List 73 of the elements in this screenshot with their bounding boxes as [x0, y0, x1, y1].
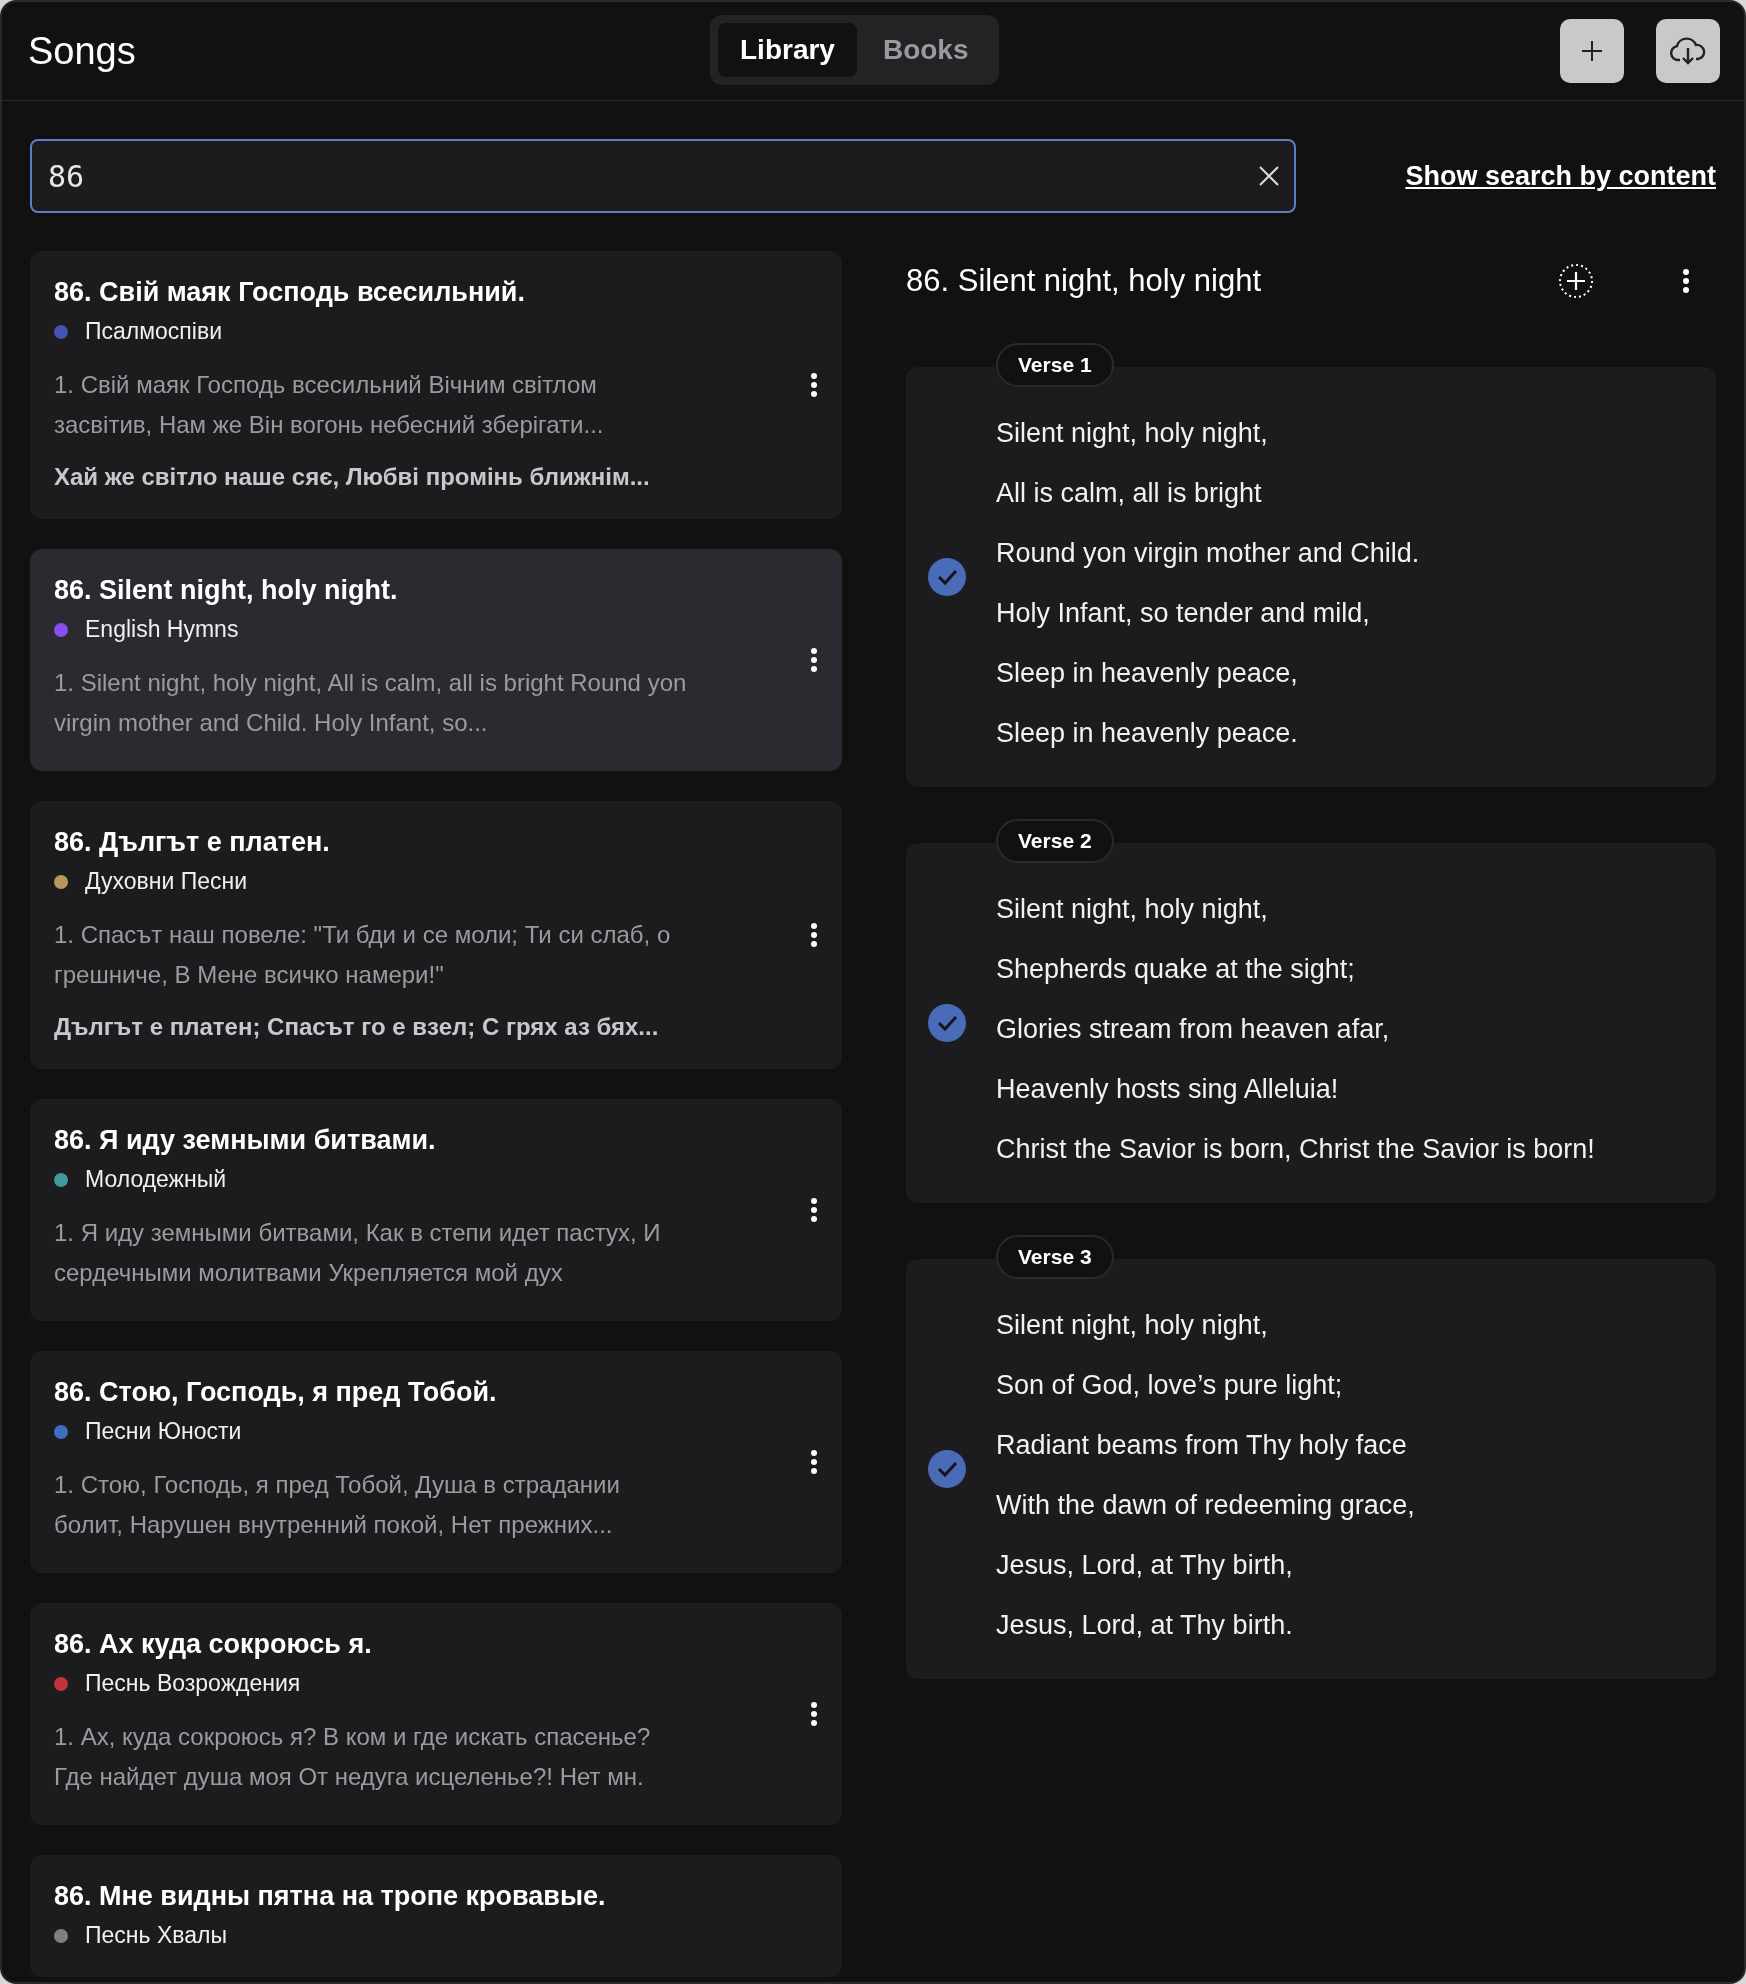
- song-card[interactable]: 86. Silent night, holy night. English Hymns 1. Silent night, holy night, All is calm, all is bright Round yon virgin mother and Child. Holy Infant, so...: [30, 549, 842, 771]
- add-to-list-button[interactable]: [1558, 263, 1594, 299]
- verse-label: Verse 2: [996, 819, 1114, 863]
- book-name: Молодежный: [85, 1166, 227, 1193]
- tab[interactable]: Library: [718, 23, 857, 77]
- song-preview: 1. Стою, Господь, я пред Тобой, Душа в страдании болит, Нарушен внутренний покой, Нет прежних...: [54, 1470, 621, 1540]
- more-icon: [810, 1701, 818, 1727]
- lyric-line: Christ the Savior is born, Christ the Savior is born!: [996, 1133, 1596, 1166]
- song-preview: 1. Я иду земными битвами, Как в степи идет пастух, И сердечными молитвами Укрепляется мой дух: [54, 1218, 662, 1288]
- lyric-line: Sleep in heavenly peace,: [996, 657, 1299, 690]
- song-title: 86. Ах куда сокроюсь я.: [54, 1629, 373, 1660]
- lyric-line: Glories stream from heaven afar,: [996, 1013, 1391, 1046]
- more-button[interactable]: [1682, 268, 1690, 294]
- song-card[interactable]: 86. Мне видны пятна на тропе кровавые. Песнь Хвалы: [30, 1855, 842, 1977]
- book-name: English Hymns: [85, 616, 239, 643]
- lyric-line: All is calm, all is bright: [996, 477, 1263, 510]
- check-icon[interactable]: [928, 1004, 966, 1042]
- song-card[interactable]: 86. Я иду земными битвами. Молодежный 1. Я иду земными битвами, Как в степи идет пастух, И сердечными молитвами Укрепляется мой дух: [30, 1099, 842, 1321]
- more-icon: [810, 647, 818, 673]
- search-by-content-link[interactable]: Show search by content: [1405, 160, 1716, 192]
- book-name: Духовни Песни: [85, 868, 248, 895]
- add-button[interactable]: [1560, 19, 1624, 83]
- app-title: Songs: [28, 29, 136, 73]
- song-preview: 1. Silent night, holy night, All is calm, all is bright Round yon virgin mother and Child. Holy Infant, so...: [54, 668, 688, 738]
- plus-icon: [1580, 39, 1604, 63]
- song-title: 86. Я иду земными битвами.: [54, 1125, 437, 1156]
- lyric-line: Jesus, Lord, at Thy birth.: [996, 1609, 1294, 1642]
- close-icon[interactable]: [1258, 165, 1280, 187]
- song-card[interactable]: 86. Стою, Господь, я пред Тобой. Песни Юности 1. Стою, Господь, я пред Тобой, Душа в страдании болит, Нарушен внутренний покой, Нет прежних...: [30, 1351, 842, 1573]
- book-name: Песнь Хвалы: [85, 1922, 227, 1949]
- more-icon: [810, 1197, 818, 1223]
- chorus-preview: Дългът е платен; Спасът го е взел; С грях аз бях...: [54, 1013, 660, 1041]
- search-field[interactable]: 86: [30, 139, 1296, 213]
- chorus-preview: Хай же світло наше сяє, Любві промінь ближнім...: [54, 463, 651, 491]
- song-title: 86. Свій маяк Господь всесильний.: [54, 277, 526, 308]
- tab[interactable]: Books: [860, 23, 991, 77]
- song-card[interactable]: 86. Дългът е платен. Духовни Песни 1. Спасът наш повеле: "Ти бди и се моли; Ти си слаб, о грешниче, В Мене всичко намери!" Дългът е платен; Спасът го е взел; С грях аз бях...: [30, 801, 842, 1069]
- check-icon[interactable]: [928, 1450, 966, 1488]
- book-name: Псалмоспіви: [85, 318, 222, 345]
- song-preview: 1. Свій маяк Господь всесильний Вічним світлом засвітив, Нам же Він вогонь небесний зберігати...: [54, 370, 605, 440]
- song-title: 86. Мне видны пятна на тропе кровавые.: [54, 1881, 607, 1912]
- song-detail-title: 86. Silent night, holy night: [906, 263, 1263, 299]
- song-title: 86. Стою, Господь, я пред Тобой.: [54, 1377, 498, 1408]
- song-title: 86. Silent night, holy night.: [54, 575, 399, 606]
- lyric-line: Holy Infant, so tender and mild,: [996, 597, 1371, 630]
- verse-label: Verse 1: [996, 343, 1114, 387]
- verse-label: Verse 3: [996, 1235, 1114, 1279]
- song-title: 86. Дългът е платен.: [54, 827, 331, 858]
- book-name: Песни Юности: [85, 1418, 242, 1445]
- cloud-download-icon: [1670, 36, 1706, 66]
- more-icon: [810, 922, 818, 948]
- plus-circle-icon: [1558, 263, 1594, 299]
- lyric-line: Shepherds quake at the sight;: [996, 953, 1356, 986]
- download-button[interactable]: [1656, 19, 1720, 83]
- more-icon: [810, 1449, 818, 1475]
- song-card[interactable]: 86. Ах куда сокроюсь я. Песнь Возрождения 1. Ах, куда сокроюсь я? В ком и где искать спасенье? Где найдет душа моя От недуга исцеленье?! Нет мн.: [30, 1603, 842, 1825]
- more-icon: [810, 372, 818, 398]
- check-icon[interactable]: [928, 558, 966, 596]
- song-preview: 1. Ах, куда сокроюсь я? В ком и где искать спасенье? Где найдет душа моя От недуга исцеленье?! Нет мн.: [54, 1722, 652, 1792]
- song-preview: 1. Спасът наш повеле: "Ти бди и се моли; Ти си слаб, о грешниче, В Мене всичко намери!": [54, 920, 672, 990]
- lyric-line: Jesus, Lord, at Thy birth,: [996, 1549, 1294, 1582]
- lyric-line: Round yon virgin mother and Child.: [996, 537, 1421, 570]
- lyric-line: Silent night, holy night,: [996, 1309, 1269, 1342]
- song-card[interactable]: 86. Свій маяк Господь всесильний. Псалмоспіви 1. Свій маяк Господь всесильний Вічним світлом засвітив, Нам же Він вогонь небесний зберігати... Хай же світло наше сяє, Любві промінь ближнім...: [30, 251, 842, 519]
- lyric-line: Sleep in heavenly peace.: [996, 717, 1299, 750]
- more-icon: [1682, 268, 1690, 294]
- book-name: Песнь Возрождения: [85, 1670, 301, 1697]
- lyric-line: Heavenly hosts sing Alleluia!: [996, 1073, 1340, 1106]
- lyric-line: Silent night, holy night,: [996, 893, 1269, 926]
- lyric-line: Silent night, holy night,: [996, 417, 1269, 450]
- lyric-line: With the dawn of redeeming grace,: [996, 1489, 1416, 1522]
- lyric-line: Radiant beams from Thy holy face: [996, 1429, 1408, 1462]
- lyric-line: Son of God, love’s pure light;: [996, 1369, 1344, 1402]
